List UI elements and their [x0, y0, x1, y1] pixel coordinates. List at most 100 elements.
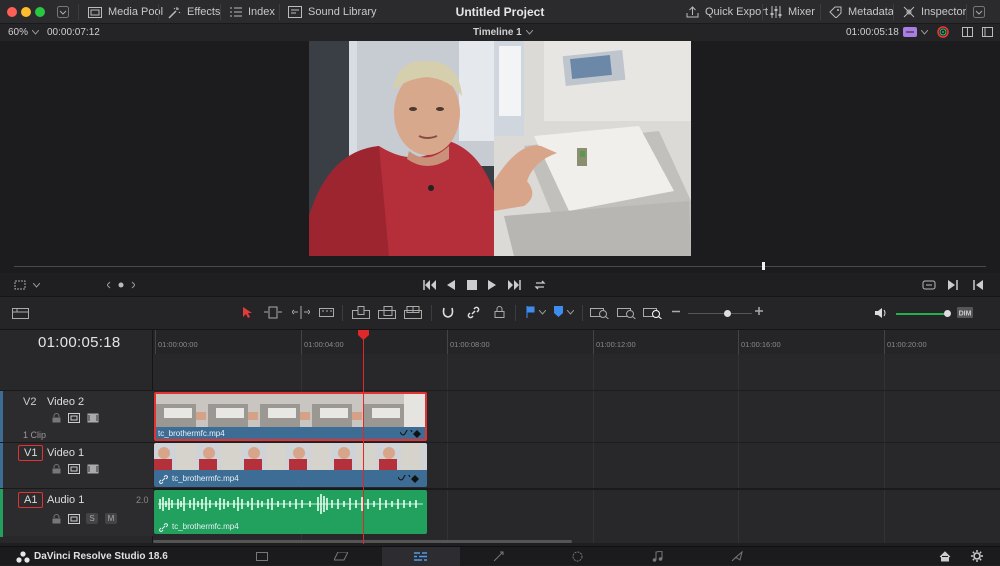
color-wheel-icon[interactable] [937, 26, 949, 38]
fusion-page-icon[interactable] [493, 551, 505, 562]
zoom-in-icon[interactable] [755, 307, 763, 315]
video-clip-v1[interactable]: tc_brothermfc.mp4 [154, 443, 427, 487]
timeline-ruler[interactable]: 01:00:00:00 01:00:04:00 01:00:08:00 01:0… [153, 330, 1000, 354]
custom-zoom-icon[interactable] [643, 306, 662, 319]
index-button[interactable]: Index [230, 0, 275, 24]
track-enable-icon[interactable] [87, 413, 99, 423]
timeline-layout-icon[interactable] [12, 308, 29, 319]
transform-chevron-down-icon[interactable] [33, 283, 40, 288]
lock-track-icon[interactable] [52, 464, 61, 474]
zoom-chevron-down-icon[interactable] [32, 30, 39, 35]
track-header-video-2[interactable]: V2 Video 2 1 Clip [0, 390, 153, 443]
edit-page-icon[interactable] [414, 551, 427, 562]
track-id-a1[interactable]: A1 [18, 492, 44, 508]
output-icon[interactable] [903, 27, 917, 37]
blade-tool-icon[interactable] [319, 306, 334, 318]
full-extent-zoom-icon[interactable] [590, 306, 609, 319]
loop-icon[interactable] [533, 279, 547, 291]
scrub-playhead[interactable] [762, 262, 765, 270]
replace-clip-icon[interactable] [404, 306, 422, 319]
minimize-window-button[interactable] [21, 7, 31, 17]
auto-select-icon[interactable] [68, 514, 80, 524]
sound-library-icon [288, 6, 302, 18]
match-frame-icon[interactable] [922, 279, 936, 291]
zoom-level[interactable]: 60% [8, 27, 28, 38]
snapping-icon[interactable] [442, 306, 454, 319]
transform-icon[interactable] [14, 280, 26, 290]
settings-gear-icon[interactable] [971, 550, 983, 562]
zoom-window-button[interactable] [35, 7, 45, 17]
clip-keyframe-icon[interactable] [398, 475, 420, 483]
mixer-button[interactable]: Mixer [770, 0, 815, 24]
timeline-chevron-down-icon[interactable] [526, 30, 533, 35]
go-to-end-icon[interactable] [508, 280, 521, 290]
zoom-slider-handle[interactable] [724, 310, 731, 317]
last-frame-icon[interactable] [973, 280, 984, 290]
color-page-icon[interactable] [572, 551, 583, 562]
viewer-scrub-bar[interactable] [0, 261, 1000, 273]
inspector-button[interactable]: Inspector [903, 0, 966, 24]
playhead-handle-icon[interactable] [358, 330, 369, 340]
go-to-start-icon[interactable] [423, 280, 436, 290]
cut-page-icon[interactable] [334, 552, 348, 561]
position-lock-icon[interactable] [494, 306, 505, 319]
deliver-page-icon[interactable] [731, 551, 743, 562]
effects-button[interactable]: Effects [168, 0, 220, 24]
flag-chevron-down-icon[interactable] [539, 310, 546, 315]
timeline-tracks[interactable]: tc_brothermfc.mp4 tc_brothermfc.mp4 tc_b… [153, 354, 1000, 543]
media-pool-button[interactable]: Media Pool [88, 0, 163, 24]
dim-audio-icon[interactable]: DIM [957, 307, 973, 318]
sound-library-button[interactable]: Sound Library [288, 0, 377, 24]
media-page-icon[interactable] [256, 552, 268, 561]
track-header-video-1[interactable]: V1 Video 1 [0, 442, 153, 489]
panel-menu-icon[interactable] [973, 0, 985, 24]
auto-select-icon[interactable] [68, 413, 80, 423]
timeline-playhead[interactable] [363, 330, 364, 544]
stop-icon[interactable] [467, 280, 477, 290]
volume-speaker-icon[interactable] [875, 307, 888, 319]
solo-button[interactable]: S [86, 513, 98, 524]
volume-slider-handle[interactable] [944, 310, 951, 317]
volume-slider-track[interactable] [896, 313, 948, 315]
quick-export-button[interactable]: Quick Export [686, 0, 768, 24]
marker-icon[interactable] [554, 306, 563, 318]
auto-select-icon[interactable] [68, 464, 80, 474]
metadata-button[interactable]: Metadata [829, 0, 894, 24]
mute-button[interactable]: M [105, 513, 117, 524]
flag-icon[interactable] [526, 306, 535, 318]
video-frame-image [309, 41, 691, 256]
detail-zoom-icon[interactable] [617, 306, 636, 319]
home-icon[interactable] [939, 551, 951, 562]
marker-chevron-down-icon[interactable] [567, 310, 574, 315]
overwrite-clip-icon[interactable] [378, 306, 396, 319]
track-header-audio-1[interactable]: A1 Audio 1 2.0 S M [0, 488, 153, 537]
timeline-name[interactable]: Timeline 1 [473, 27, 522, 38]
track-name-a1[interactable]: Audio 1 [47, 494, 84, 506]
track-enable-icon[interactable] [87, 464, 99, 474]
output-chevron-down-icon[interactable] [921, 30, 928, 35]
fairlight-page-icon[interactable] [652, 551, 663, 562]
split-view-icon[interactable] [962, 27, 973, 37]
next-frame-icon[interactable] [948, 280, 959, 290]
insert-clip-icon[interactable] [352, 306, 370, 319]
lock-track-icon[interactable] [52, 514, 61, 524]
linked-selection-icon[interactable] [467, 306, 480, 319]
audio-clip-a1[interactable]: tc_brothermfc.mp4 [154, 490, 427, 534]
zoom-slider-track[interactable] [688, 313, 752, 314]
full-view-icon[interactable] [982, 27, 993, 37]
trim-tool-icon[interactable] [264, 306, 282, 319]
jog-wheel-icon[interactable] [107, 281, 135, 289]
selection-tool-icon[interactable] [242, 306, 252, 319]
clip-keyframe-icon[interactable] [400, 430, 422, 438]
workspace-toggle-icon[interactable] [57, 0, 69, 24]
play-icon[interactable] [488, 280, 497, 290]
zoom-out-icon[interactable] [672, 310, 680, 313]
reverse-play-icon[interactable] [447, 280, 456, 290]
video-clip-v2[interactable]: tc_brothermfc.mp4 [154, 392, 427, 441]
track-id-v1[interactable]: V1 [18, 445, 44, 461]
lock-track-icon[interactable] [52, 413, 61, 423]
close-window-button[interactable] [7, 7, 17, 17]
track-name-v1[interactable]: Video 1 [47, 447, 84, 459]
track-name-v2[interactable]: Video 2 [47, 396, 84, 408]
dynamic-trim-icon[interactable] [292, 306, 310, 319]
